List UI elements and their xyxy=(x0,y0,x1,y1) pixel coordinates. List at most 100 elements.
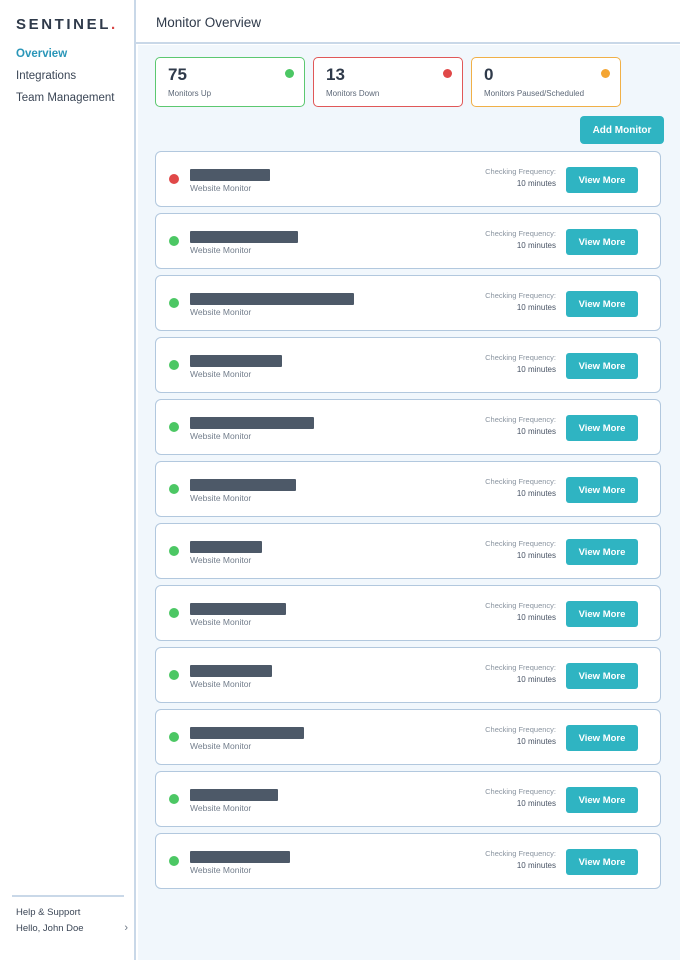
frequency-label: Checking Frequency: xyxy=(485,539,556,548)
stat-card-monitors-paused[interactable]: 0 Monitors Paused/Scheduled xyxy=(471,57,621,107)
frequency-value: 10 minutes xyxy=(516,489,556,498)
frequency-label: Checking Frequency: xyxy=(485,477,556,486)
frequency-value: 10 minutes xyxy=(516,179,556,188)
help-support-link[interactable]: Help & Support xyxy=(16,907,80,918)
view-more-button[interactable]: View More xyxy=(566,787,638,813)
stat-card-monitors-up[interactable]: 75 Monitors Up xyxy=(155,57,305,107)
frequency-value: 10 minutes xyxy=(516,861,556,870)
status-dot-icon xyxy=(169,298,179,308)
sidebar-item-overview[interactable]: Overview xyxy=(16,46,114,68)
redacted-monitor-name xyxy=(190,665,272,677)
monitor-card: Website Monitor Checking Frequency: 10 min… xyxy=(155,833,661,889)
monitor-type: Website Monitor xyxy=(190,679,252,689)
monitor-type: Website Monitor xyxy=(190,741,252,751)
view-more-button[interactable]: View More xyxy=(566,229,638,255)
status-dot-icon xyxy=(169,174,179,184)
monitor-card: Website Monitor Checking Frequency: 10 min… xyxy=(155,151,661,207)
monitor-type: Website Monitor xyxy=(190,307,252,317)
sidebar-divider xyxy=(12,895,124,897)
frequency-label: Checking Frequency: xyxy=(485,167,556,176)
monitor-type: Website Monitor xyxy=(190,431,252,441)
monitor-list: Website Monitor Checking Frequency: 10 min… xyxy=(155,151,661,895)
redacted-monitor-name xyxy=(190,169,270,181)
view-more-button[interactable]: View More xyxy=(566,477,638,503)
view-more-button[interactable]: View More xyxy=(566,539,638,565)
sidebar-item-integrations[interactable]: Integrations xyxy=(16,68,114,90)
status-dot-icon xyxy=(169,732,179,742)
redacted-monitor-name xyxy=(190,293,354,305)
redacted-monitor-name xyxy=(190,851,290,863)
view-more-button[interactable]: View More xyxy=(566,601,638,627)
redacted-monitor-name xyxy=(190,479,296,491)
frequency-value: 10 minutes xyxy=(516,365,556,374)
sidebar-item-team-management[interactable]: Team Management xyxy=(16,90,114,112)
monitor-card: Website Monitor Checking Frequency: 10 min… xyxy=(155,275,661,331)
monitor-card: Website Monitor Checking Frequency: 10 min… xyxy=(155,213,661,269)
frequency-label: Checking Frequency: xyxy=(485,787,556,796)
monitor-card: Website Monitor Checking Frequency: 10 min… xyxy=(155,771,661,827)
status-dot-icon xyxy=(169,360,179,370)
stat-label: Monitors Up xyxy=(168,89,212,98)
frequency-label: Checking Frequency: xyxy=(485,663,556,672)
frequency-label: Checking Frequency: xyxy=(485,415,556,424)
redacted-monitor-name xyxy=(190,603,286,615)
frequency-value: 10 minutes xyxy=(516,303,556,312)
status-dot-icon xyxy=(169,422,179,432)
monitor-card: Website Monitor Checking Frequency: 10 min… xyxy=(155,337,661,393)
frequency-label: Checking Frequency: xyxy=(485,725,556,734)
status-dot-icon xyxy=(169,546,179,556)
stat-value: 0 xyxy=(484,65,494,84)
logo-dot: . xyxy=(110,16,118,33)
view-more-button[interactable]: View More xyxy=(566,291,638,317)
monitor-type: Website Monitor xyxy=(190,803,252,813)
view-more-button[interactable]: View More xyxy=(566,415,638,441)
status-dot-icon xyxy=(169,794,179,804)
sidebar: SENTINEL. Overview Integrations Team Man… xyxy=(0,0,136,960)
status-dot-icon xyxy=(169,608,179,618)
view-more-button[interactable]: View More xyxy=(566,353,638,379)
frequency-value: 10 minutes xyxy=(516,799,556,808)
monitor-type: Website Monitor xyxy=(190,617,252,627)
status-dot-icon xyxy=(443,69,452,78)
monitor-type: Website Monitor xyxy=(190,865,252,875)
frequency-value: 10 minutes xyxy=(516,737,556,746)
status-dot-icon xyxy=(169,236,179,246)
monitor-card: Website Monitor Checking Frequency: 10 min… xyxy=(155,709,661,765)
redacted-monitor-name xyxy=(190,541,262,553)
view-more-button[interactable]: View More xyxy=(566,725,638,751)
page-header: Monitor Overview xyxy=(136,0,680,44)
monitor-card: Website Monitor Checking Frequency: 10 min… xyxy=(155,399,661,455)
redacted-monitor-name xyxy=(190,355,282,367)
view-more-button[interactable]: View More xyxy=(566,663,638,689)
status-dot-icon xyxy=(285,69,294,78)
add-monitor-button[interactable]: Add Monitor xyxy=(580,116,664,144)
status-dot-icon xyxy=(169,484,179,494)
monitor-type: Website Monitor xyxy=(190,245,252,255)
frequency-value: 10 minutes xyxy=(516,427,556,436)
monitor-card: Website Monitor Checking Frequency: 10 min… xyxy=(155,647,661,703)
redacted-monitor-name xyxy=(190,789,278,801)
frequency-value: 10 minutes xyxy=(516,241,556,250)
monitor-card: Website Monitor Checking Frequency: 10 min… xyxy=(155,523,661,579)
app-logo[interactable]: SENTINEL. xyxy=(16,16,118,33)
redacted-monitor-name xyxy=(190,417,314,429)
logo-text: SENTINEL xyxy=(16,16,111,33)
frequency-label: Checking Frequency: xyxy=(485,353,556,362)
user-menu[interactable]: Hello, John Doe › xyxy=(16,922,128,934)
chevron-right-icon: › xyxy=(124,922,128,934)
status-dot-icon xyxy=(601,69,610,78)
monitor-type: Website Monitor xyxy=(190,369,252,379)
view-more-button[interactable]: View More xyxy=(566,849,638,875)
sidebar-nav: Overview Integrations Team Management xyxy=(16,46,114,112)
frequency-label: Checking Frequency: xyxy=(485,291,556,300)
stat-label: Monitors Down xyxy=(326,89,380,98)
stat-value: 75 xyxy=(168,65,187,84)
frequency-value: 10 minutes xyxy=(516,613,556,622)
frequency-value: 10 minutes xyxy=(516,675,556,684)
redacted-monitor-name xyxy=(190,727,304,739)
view-more-button[interactable]: View More xyxy=(566,167,638,193)
frequency-label: Checking Frequency: xyxy=(485,849,556,858)
main-content: 75 Monitors Up 13 Monitors Down 0 Monito… xyxy=(138,45,680,960)
stat-card-monitors-down[interactable]: 13 Monitors Down xyxy=(313,57,463,107)
monitor-type: Website Monitor xyxy=(190,183,252,193)
